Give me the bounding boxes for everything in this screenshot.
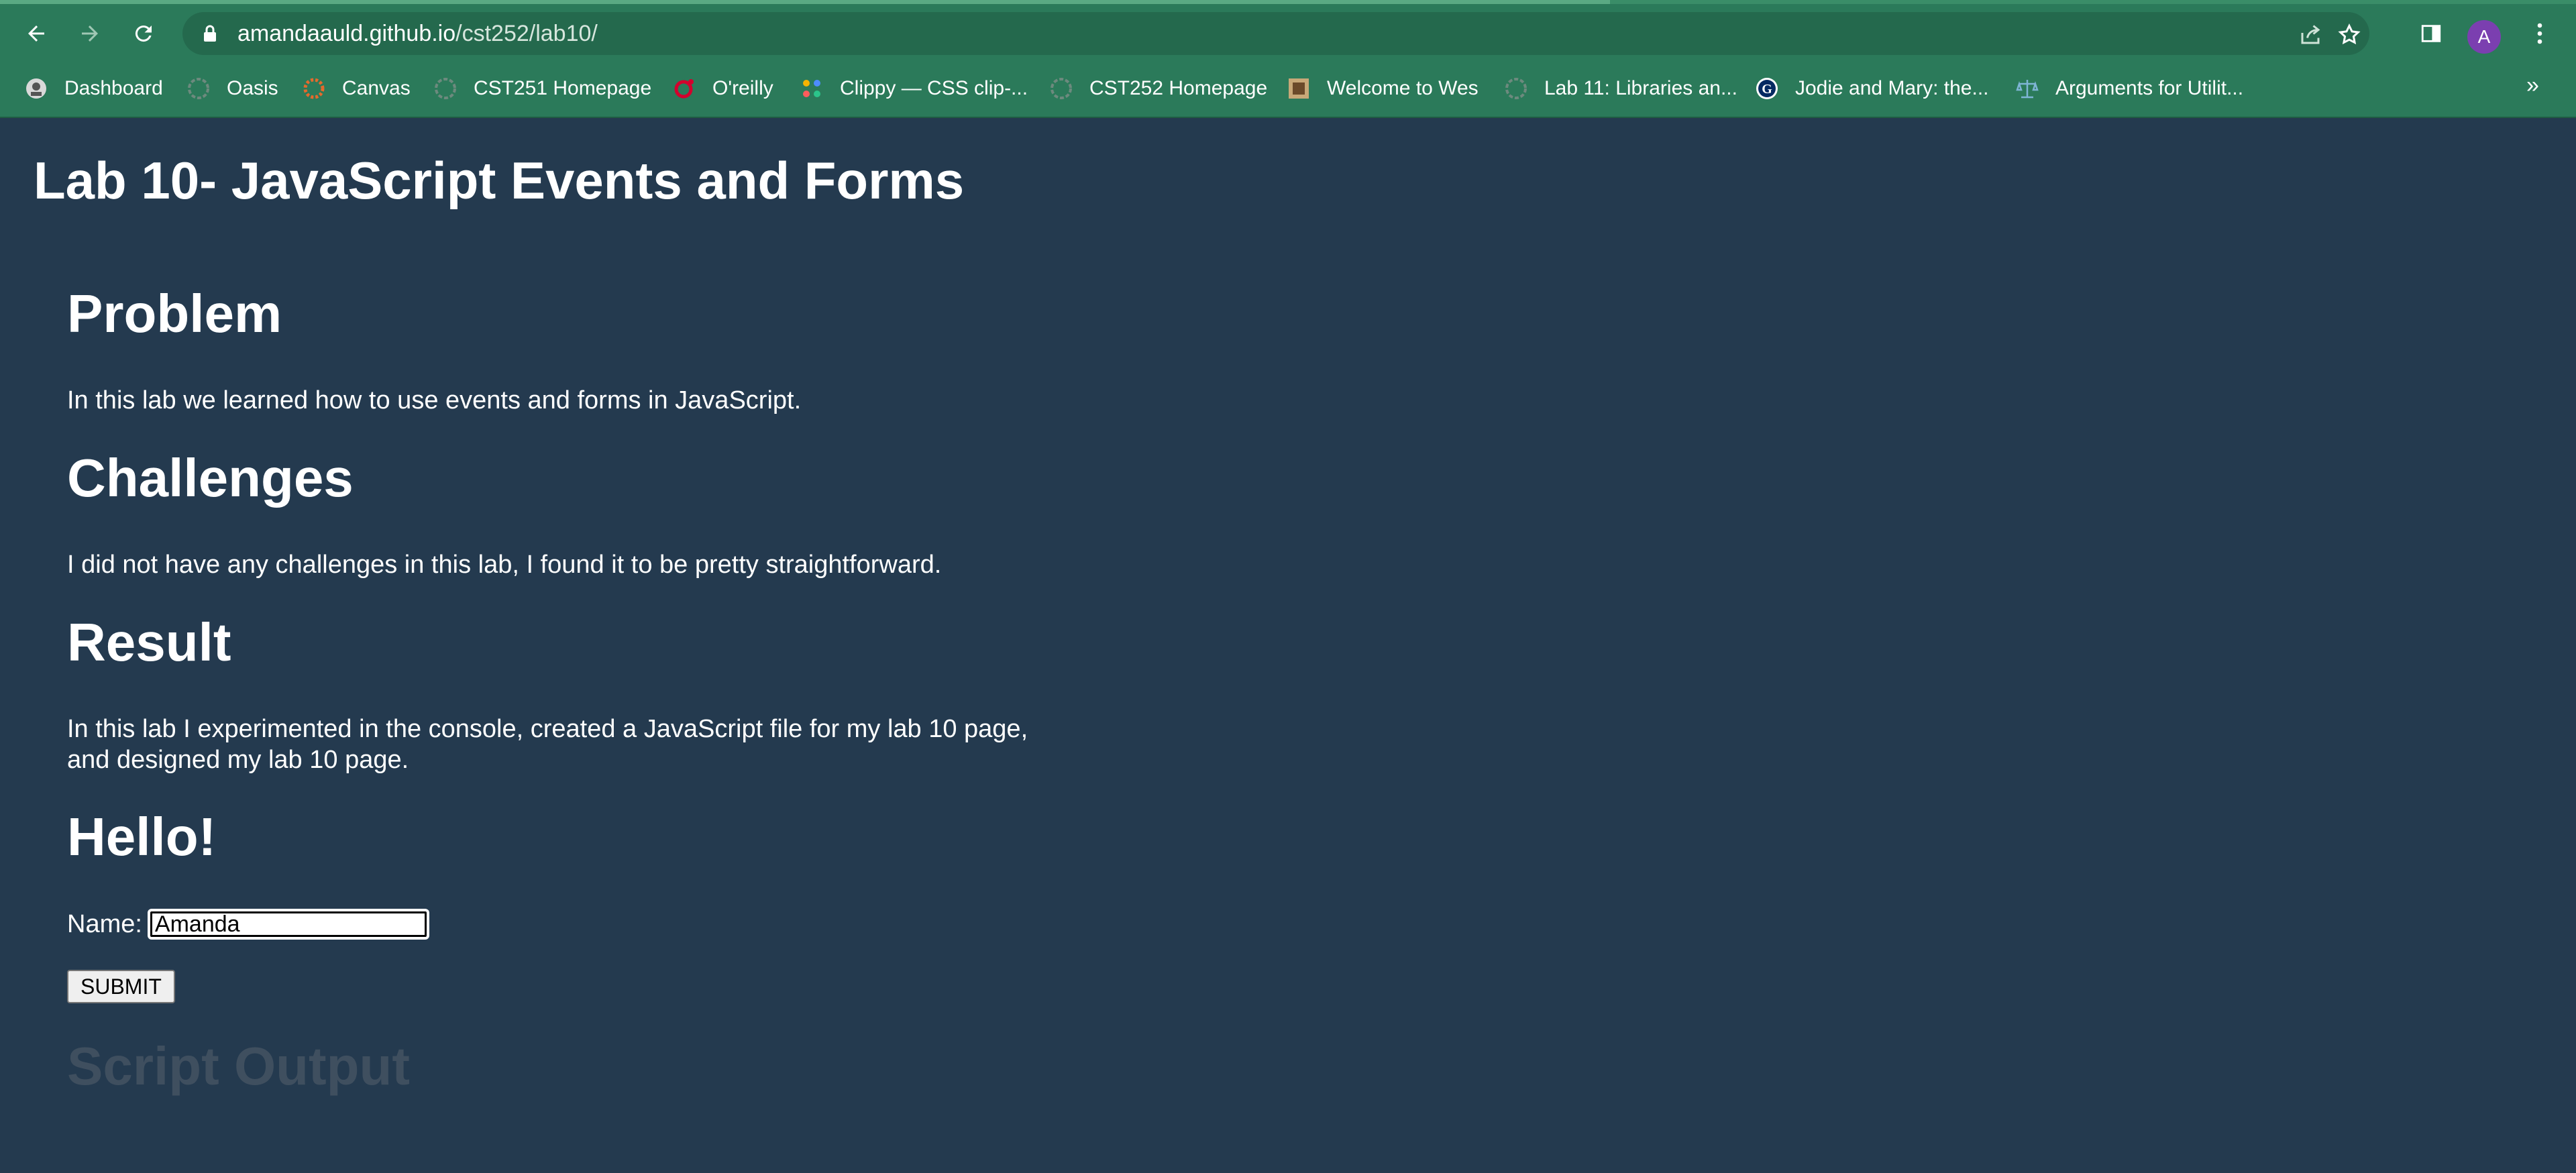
bookmark-wes[interactable]: Welcome to Wes (1287, 72, 1479, 105)
svg-text:G: G (1762, 82, 1772, 97)
browser-toolbar: amandaauld.github.io/cst252/lab10/ A (0, 4, 2576, 63)
lock-icon (204, 25, 216, 42)
cst251-favicon (433, 76, 458, 101)
bookmark-label: O'reilly (712, 77, 773, 99)
oreilly-favicon (672, 76, 696, 101)
forward-arrow-icon (82, 25, 98, 42)
bookmark-canvas[interactable]: Canvas (302, 72, 411, 105)
bookmark-label: Welcome to Wes (1327, 77, 1479, 99)
url-host: amandaauld.github.io (237, 21, 456, 46)
bookmark-lab11[interactable]: Lab 11: Libraries an... (1504, 72, 1737, 105)
bookmark-oreilly[interactable]: O'reilly (672, 72, 773, 105)
bookmark-label: Clippy — CSS clip-... (840, 77, 1028, 99)
scales-favicon (2015, 76, 2039, 101)
bookmark-utilitarianism[interactable]: Arguments for Utilit... (2015, 72, 2243, 105)
profile-avatar[interactable]: A (2467, 20, 2501, 54)
reload-button[interactable] (125, 15, 162, 52)
bookmark-label: Canvas (342, 77, 411, 99)
bookmark-label: CST251 Homepage (474, 77, 652, 99)
bookmarks-overflow-button[interactable]: » (2526, 72, 2539, 99)
result-heading: Result (67, 612, 231, 672)
challenges-heading: Challenges (67, 448, 354, 508)
oasis-favicon (186, 76, 211, 101)
cst252-favicon (1049, 76, 1073, 101)
bookmark-label: Lab 11: Libraries an... (1544, 77, 1737, 99)
url-path: /cst252/lab10/ (455, 21, 598, 46)
page-title: Lab 10- JavaScript Events and Forms (34, 151, 965, 210)
back-arrow-icon (28, 25, 44, 42)
bookmark-cst251[interactable]: CST251 Homepage (433, 72, 651, 105)
clippy-favicon (800, 76, 824, 101)
hello-heading: Hello! (67, 807, 217, 867)
problem-text: In this lab we learned how to use events… (67, 386, 802, 414)
canvas-favicon (302, 76, 326, 101)
bookmark-oasis[interactable]: Oasis (186, 72, 278, 105)
url-text[interactable]: amandaauld.github.io/cst252/lab10/ (237, 20, 598, 47)
bookmark-label: Jodie and Mary: the... (1795, 77, 1989, 99)
share-button[interactable] (2297, 21, 2324, 48)
submit-button[interactable]: SUBMIT (67, 970, 175, 1003)
share-icon (2301, 25, 2320, 44)
lab11-favicon (1504, 76, 1528, 101)
bookmark-label: Dashboard (64, 77, 163, 99)
bookmark-clippy[interactable]: Clippy — CSS clip-... (800, 72, 1028, 105)
kebab-menu-icon (2537, 23, 2542, 44)
script-output-heading: Script Output (67, 1036, 411, 1096)
name-input[interactable] (147, 909, 429, 940)
back-button[interactable] (17, 15, 55, 52)
forward-button[interactable] (71, 15, 109, 52)
bookmark-star-button[interactable] (2336, 21, 2363, 48)
star-icon (2338, 23, 2361, 45)
wes-favicon (1287, 76, 1311, 101)
problem-heading: Problem (67, 284, 282, 343)
guardian-favicon: G (1755, 76, 1779, 101)
bookmark-dashboard[interactable]: Dashboard (24, 72, 163, 105)
bookmark-label: CST252 Homepage (1089, 77, 1268, 99)
side-panel-icon (2421, 25, 2441, 42)
browser-chrome: amandaauld.github.io/cst252/lab10/ A Das… (0, 0, 2576, 118)
reload-icon (135, 25, 152, 42)
result-text: In this lab I experimented in the consol… (67, 715, 1028, 774)
bookmark-label: Arguments for Utilit... (2055, 77, 2244, 99)
side-panel-button[interactable] (2412, 15, 2450, 52)
bookmark-label: Oasis (227, 77, 278, 99)
chrome-divider (0, 117, 2576, 118)
browser-menu-button[interactable] (2521, 15, 2559, 52)
bookmarks-bar: Dashboard Oasis Canvas CST251 Homepage O… (0, 63, 2576, 117)
name-label: Name: (67, 910, 142, 938)
name-form-row: Name: (67, 904, 429, 944)
challenges-text: I did not have any challenges in this la… (67, 551, 942, 579)
bookmark-cst252[interactable]: CST252 Homepage (1049, 72, 1267, 105)
dashboard-favicon (24, 76, 48, 101)
address-bar[interactable]: amandaauld.github.io/cst252/lab10/ (182, 12, 2369, 55)
bookmark-guardian[interactable]: G Jodie and Mary: the... (1755, 72, 1989, 105)
